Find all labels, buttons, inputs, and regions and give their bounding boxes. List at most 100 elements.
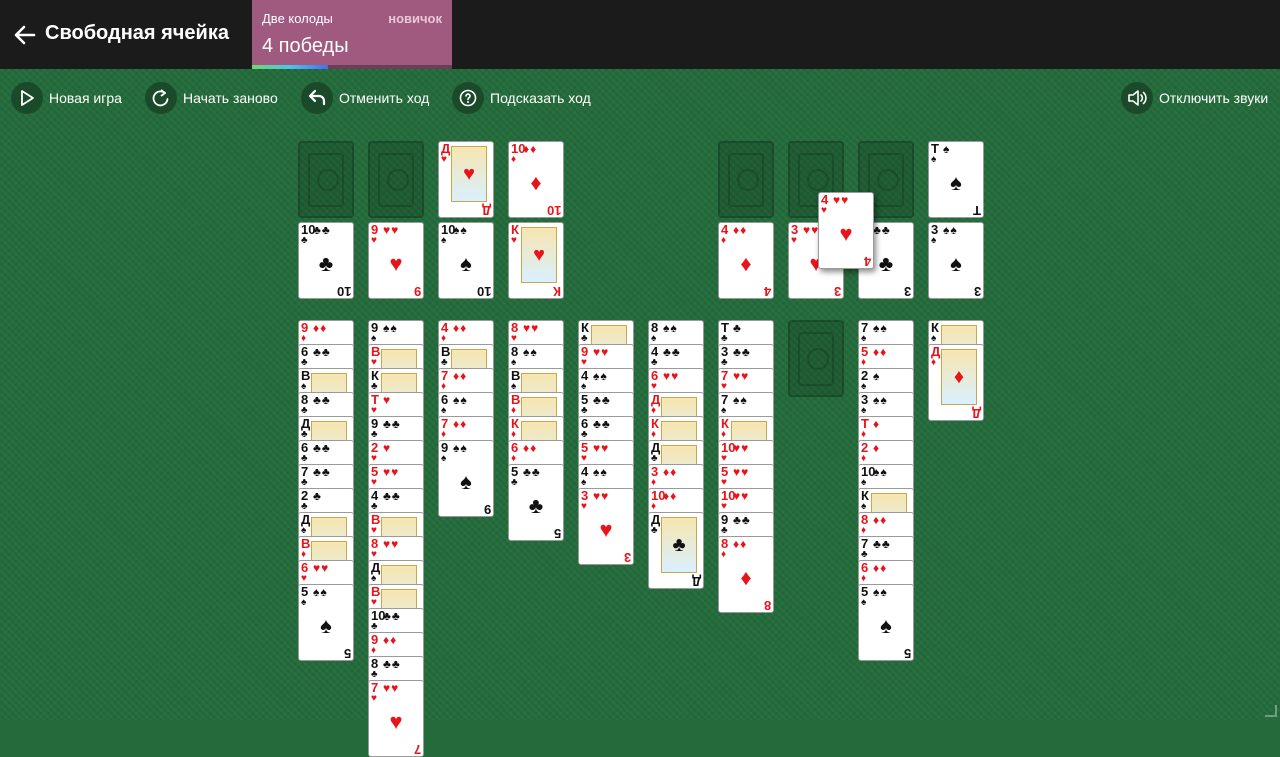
tableau-card[interactable]: 8♦♦♦♦8 [718, 536, 774, 613]
card-rank-corner: 3 [973, 284, 981, 299]
pip-row-icon: ♠♠ [593, 465, 608, 479]
pip-row-icon: ♣♣ [663, 345, 681, 359]
card-suit-icon: ♦ [651, 405, 657, 416]
card-rank-corner: 10 [476, 284, 491, 299]
court-card-portrait-icon: ♣ [661, 517, 697, 573]
pip-row-icon: ♣♣ [383, 489, 401, 503]
pip-row-icon: ♦♦ [313, 321, 328, 335]
slot-ornament-icon [308, 153, 344, 207]
card-suit-icon: ♣ [511, 477, 518, 488]
card-suit-icon: ♣ [301, 405, 308, 416]
tableau-card[interactable]: 7♥♥♥♥7 [368, 680, 424, 757]
card-suit-icon: ♦ [511, 405, 517, 416]
court-card-portrait-icon: ♥ [521, 227, 557, 283]
card-rank-corner: 9 [483, 502, 491, 517]
card-suit-icon: ♥ [371, 597, 377, 608]
card-suit-icon: ♠ [931, 333, 937, 344]
card-suit-icon: ♦ [441, 429, 447, 440]
foundation-card[interactable]: 10 ♠ ♠♠ ♠ 10 [438, 222, 494, 299]
tableau-card[interactable]: Д♣♣Д [648, 512, 704, 589]
hint-button[interactable]: Подсказать ход [452, 82, 591, 114]
freecell-slot[interactable] [298, 141, 354, 218]
card-suit-icon: ♦ [651, 501, 657, 512]
card-suit-icon: ♦ [651, 477, 657, 488]
tableau-card[interactable]: 5♣♣♣♣5 [508, 464, 564, 541]
foundation-card[interactable]: 4 ♦ ♦♦ ♦ 4 [718, 222, 774, 299]
pip-row-icon: ♣♣ [733, 513, 751, 527]
undo-button[interactable]: Отменить ход [301, 82, 429, 114]
pip-row-icon: ♥♥ [383, 223, 400, 237]
pip-row-icon: ♠♠ [943, 223, 958, 237]
card-suit-icon: ♥ [371, 525, 377, 536]
wins-count: 4 победы [262, 35, 349, 57]
pip-row-icon: ♥♥ [833, 193, 850, 207]
card-suit-icon: ♣ [301, 357, 308, 368]
new-game-button[interactable]: Новая игра [11, 82, 122, 114]
card-rank-corner: 3 [623, 550, 631, 565]
tableau-card[interactable]: 5 ♠ ♠♠ ♠ 5 [858, 584, 914, 661]
hint-icon [452, 82, 484, 114]
pip-row-icon: ♦♦ [383, 633, 398, 647]
card-suit-icon: ♣ [581, 333, 588, 344]
tableau-card[interactable]: 9♠♠♠♠9 [438, 440, 494, 517]
slot-ornament-icon [798, 332, 834, 386]
card-suit-icon: ♥ [371, 453, 377, 464]
card-suit-icon: ♣ [861, 549, 868, 560]
top-bar: Свободная ячейка Две колоды новичок 4 по… [0, 0, 1280, 69]
card-suit-icon: ♥ [721, 501, 727, 512]
pip-row-icon: ♥♥ [593, 345, 610, 359]
tableau-card[interactable]: 5 ♠ ♠♠ ♠ 5 [298, 584, 354, 661]
tableau-empty-slot[interactable] [788, 320, 844, 397]
card-suit-icon: ♥ [791, 235, 797, 246]
freecell-slot[interactable] [368, 141, 424, 218]
freecell-card[interactable]: Т ♠ ♠ ♠ Т [928, 141, 984, 218]
freecell-slot[interactable] [718, 141, 774, 218]
card-suit-icon: ♣ [301, 477, 308, 488]
card-suit-icon: ♣ [721, 333, 728, 344]
card-rank-corner: 9 [413, 284, 421, 299]
foundation-card[interactable]: К ♥ ♥ К [508, 222, 564, 299]
card-suit-icon: ♣ [721, 525, 728, 536]
card-suit-icon: ♦ [721, 429, 727, 440]
pip-row-icon: ♥ [383, 393, 392, 407]
pip-row-icon: ♥♥ [733, 441, 750, 455]
pip-row-icon: ♣♣ [873, 223, 891, 237]
tableau-card[interactable]: 3 ♥ ♥♥ ♥ 3 [578, 488, 634, 565]
pip-row-icon: ♥♥ [313, 561, 330, 575]
pip-row-icon: ♠ [943, 142, 951, 156]
card-suit-icon: ♦ [441, 333, 447, 344]
card-rank-corner: 10 [336, 284, 351, 299]
card-suit-icon: ♥ [511, 235, 517, 246]
card-suit-icon: ♠ [931, 154, 937, 165]
card-suit-icon: ♠ [931, 235, 937, 246]
page-title: Свободная ячейка [45, 22, 229, 44]
center-pip-icon: ♦ [530, 170, 542, 195]
center-pip-icon: ♠ [460, 469, 472, 494]
pip-row-icon: ♦♦ [733, 537, 748, 551]
card-suit-icon: ♥ [371, 405, 377, 416]
card-rank-corner: К [553, 284, 561, 299]
freecell-card[interactable]: 10 ♦ ♦♦ ♦ 10 [508, 141, 564, 218]
freecell-card[interactable]: Д ♥ ♥ Д [438, 141, 494, 218]
foundation-card[interactable]: 9 ♥ ♥♥ ♥ 9 [368, 222, 424, 299]
pip-row-icon: ♠♠ [313, 585, 328, 599]
pip-row-icon: ♥♥ [383, 465, 400, 479]
portrait-suit-icon: ♥ [463, 163, 475, 185]
foundation-card[interactable]: 10 ♣ ♣♣ ♣ 10 [298, 222, 354, 299]
card-suit-icon: ♣ [651, 525, 658, 536]
tableau-card[interactable]: Д♦♦Д [928, 344, 984, 421]
card-suit-icon: ♦ [721, 235, 727, 246]
pip-row-icon: ♠♠ [873, 321, 888, 335]
back-arrow-icon[interactable] [12, 22, 38, 48]
restart-button[interactable]: Начать заново [145, 82, 278, 114]
sound-toggle-button[interactable]: Отключить звуки [1121, 82, 1268, 114]
progress-panel[interactable]: Две колоды новичок 4 победы [252, 0, 452, 69]
pip-row-icon: ♠♠ [733, 393, 748, 407]
card-rank-corner: 7 [413, 742, 421, 757]
pip-row-icon: ♠♠ [453, 393, 468, 407]
pip-row-icon: ♠♠ [873, 465, 888, 479]
pip-row-icon: ♥♥ [383, 537, 400, 551]
resize-handle-icon[interactable] [1265, 705, 1277, 717]
foundation-card[interactable]: 3 ♠ ♠♠ ♠ 3 [928, 222, 984, 299]
dragging-card[interactable]: 4 ♥ ♥♥ ♥ 4 [818, 192, 874, 269]
